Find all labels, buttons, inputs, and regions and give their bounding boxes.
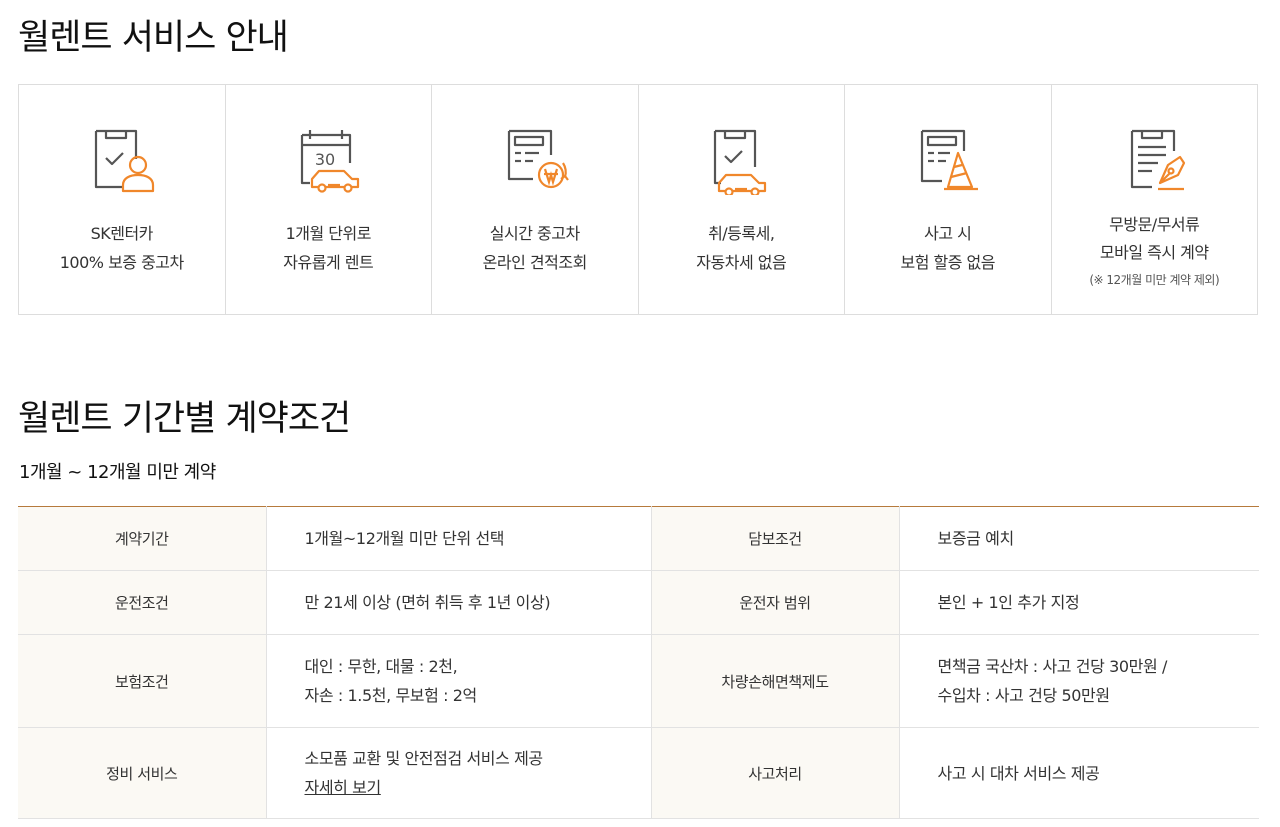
details-link[interactable]: 자세히 보기 — [305, 778, 382, 797]
feature-text-line: 모바일 즉시 계약 — [1099, 243, 1209, 262]
row-value: 소모품 교환 및 안전점검 서비스 제공 자세히 보기 — [266, 727, 652, 819]
table-row: 계약기간 1개월~12개월 미만 단위 선택 담보조건 보증금 예치 — [18, 506, 1259, 571]
feature-certified-used-car: SK렌터카 100% 보증 중고차 — [19, 85, 226, 314]
row-value-line: 보증금 예치 — [937, 529, 1015, 548]
feature-note: (※ 12개월 미만 계약 제외) — [1089, 273, 1220, 287]
row-value-line: 면책금 국산차 : 사고 건당 30만원 / — [937, 657, 1168, 676]
feature-text-line: 실시간 중고차 — [489, 224, 580, 243]
document-won-refresh-icon — [507, 129, 569, 189]
row-value: 본인 + 1인 추가 지정 — [899, 570, 1259, 635]
row-label: 담보조건 — [651, 506, 900, 571]
service-features: SK렌터카 100% 보증 중고차 30 1개월 단위로 자유롭게 렌트 실시간… — [18, 84, 1258, 315]
feature-text-line: SK렌터카 — [90, 224, 154, 243]
calendar-car-icon: 30 — [301, 130, 360, 193]
feature-text-line: 사고 시 — [924, 224, 972, 243]
row-value-line: 수입차 : 사고 건당 50만원 — [937, 686, 1111, 705]
feature-text-line: 100% 보증 중고차 — [59, 253, 185, 272]
feature-text-line: 1개월 단위로 — [285, 224, 372, 243]
feature-no-insurance-surcharge: 사고 시 보험 할증 없음 — [845, 85, 1052, 314]
row-label: 운전자 범위 — [651, 570, 900, 635]
clipboard-check-car-icon — [714, 129, 767, 195]
contract-period-subtitle: 1개월 ~ 12개월 미만 계약 — [19, 462, 216, 483]
feature-text-line: 보험 할증 없음 — [900, 253, 996, 272]
feature-online-quote: 실시간 중고차 온라인 견적조회 — [432, 85, 639, 314]
row-value-line: 소모품 교환 및 안전점검 서비스 제공 — [304, 749, 544, 768]
table-row: 보험조건 대인 : 무한, 대물 : 2천, 자손 : 1.5천, 무보험 : … — [18, 634, 1259, 728]
row-label: 사고처리 — [651, 727, 900, 819]
row-value: 면책금 국산차 : 사고 건당 30만원 / 수입차 : 사고 건당 50만원 — [899, 634, 1259, 728]
contract-terms-title: 월렌트 기간별 계약조건 — [18, 399, 351, 439]
feature-text-line: 취/등록세, — [708, 224, 775, 243]
row-value-line: 사고 시 대차 서비스 제공 — [937, 763, 1100, 783]
row-value-line: 대인 : 무한, 대물 : 2천, — [304, 657, 458, 676]
row-value-line: 1개월~12개월 미만 단위 선택 — [304, 529, 505, 548]
row-value: 사고 시 대차 서비스 제공 — [899, 727, 1259, 819]
row-value: 만 21세 이상 (면허 취득 후 1년 이상) — [266, 570, 652, 635]
calendar-day: 30 — [315, 150, 335, 169]
feature-text-line: 자유롭게 렌트 — [283, 253, 374, 272]
row-label: 운전조건 — [18, 570, 267, 635]
row-label: 정비 서비스 — [18, 727, 267, 819]
row-label: 차량손해면책제도 — [651, 634, 900, 728]
feature-no-tax: 취/등록세, 자동차세 없음 — [639, 85, 845, 314]
contract-terms-table: 계약기간 1개월~12개월 미만 단위 선택 담보조건 보증금 예치 운전조건 … — [18, 506, 1259, 819]
table-row: 운전조건 만 21세 이상 (면허 취득 후 1년 이상) 운전자 범위 본인 … — [18, 570, 1259, 635]
document-cone-icon — [920, 129, 978, 191]
feature-text-line: 무방문/무서류 — [1109, 215, 1200, 234]
row-label: 보험조건 — [18, 634, 267, 728]
feature-mobile-contract: 무방문/무서류 모바일 즉시 계약 (※ 12개월 미만 계약 제외) — [1052, 85, 1258, 314]
service-info-title: 월렌트 서비스 안내 — [18, 18, 289, 58]
document-pen-icon — [1131, 129, 1186, 191]
row-value-line: 만 21세 이상 (면허 취득 후 1년 이상) — [304, 593, 551, 612]
feature-text-line: 온라인 견적조회 — [482, 253, 588, 272]
row-value: 대인 : 무한, 대물 : 2천, 자손 : 1.5천, 무보험 : 2억 — [266, 634, 652, 728]
clipboard-person-icon — [94, 129, 154, 193]
row-value-line: 자손 : 1.5천, 무보험 : 2억 — [304, 686, 478, 705]
row-value: 보증금 예치 — [899, 506, 1259, 571]
feature-text-line: 자동차세 없음 — [696, 253, 787, 272]
feature-monthly-rent: 30 1개월 단위로 자유롭게 렌트 — [226, 85, 432, 314]
table-row: 정비 서비스 소모품 교환 및 안전점검 서비스 제공 자세히 보기 사고처리 … — [18, 727, 1259, 819]
row-value-line: 본인 + 1인 추가 지정 — [937, 593, 1080, 612]
row-value: 1개월~12개월 미만 단위 선택 — [266, 506, 652, 571]
row-label: 계약기간 — [18, 506, 267, 571]
